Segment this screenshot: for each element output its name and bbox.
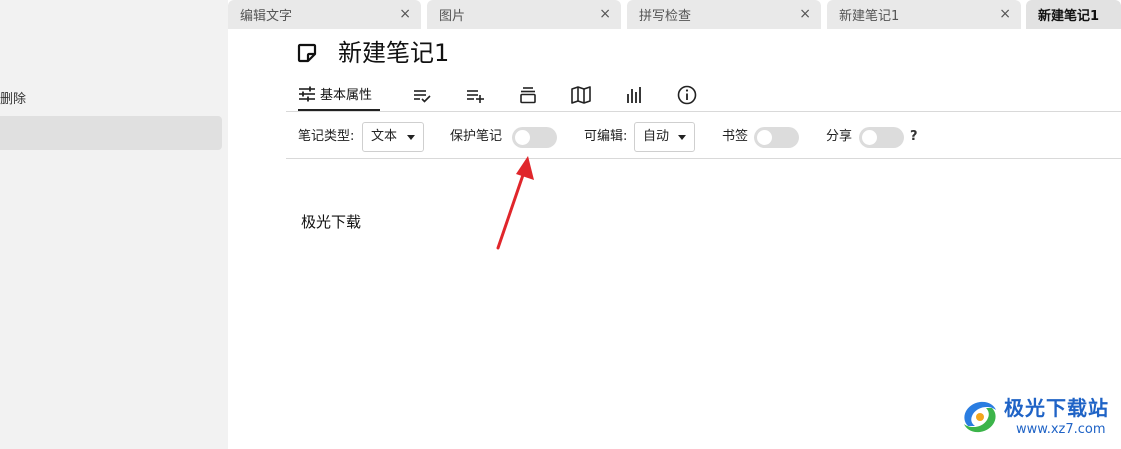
toggle-knob	[757, 130, 772, 145]
info-icon	[677, 85, 697, 104]
protect-note-toggle[interactable]	[512, 127, 557, 148]
annotation-arrow-icon	[496, 156, 534, 250]
bar-chart-icon	[627, 86, 641, 103]
tab-label: 新建笔记1	[839, 9, 900, 24]
note-content[interactable]: 极光下载	[301, 212, 361, 232]
list-add-icon	[467, 89, 484, 103]
note-type-label: 笔记类型:	[298, 129, 355, 144]
sidebar-item-delete[interactable]: 删除	[0, 88, 26, 112]
basic-properties-row: 笔记类型: 文本 保护笔记 可编辑: 自动 书签 分享 ?	[286, 118, 1121, 159]
tab-new-note-active[interactable]: 新建笔记1	[1026, 0, 1121, 29]
tab-spell-check[interactable]: 拼写检查 ×	[627, 0, 821, 29]
tab-label: 新建笔记1	[1038, 9, 1100, 24]
tab-edit-text[interactable]: 编辑文字 ×	[228, 0, 421, 29]
share-label: 分享	[826, 129, 853, 144]
editable-label: 可编辑:	[584, 129, 628, 144]
sidebar-item-selected[interactable]	[0, 116, 222, 150]
watermark-title: 极光下载站	[1004, 396, 1109, 420]
watermark: 极光下载站 www.xz7.com	[958, 394, 1118, 442]
list-check-icon	[414, 89, 431, 103]
tab-bar: 编辑文字 × 图片 × 拼写检查 × 新建笔记1 × 新建笔记1	[228, 0, 1121, 30]
bookmark-label: 书签	[722, 129, 749, 144]
editable-select[interactable]: 自动	[634, 122, 695, 152]
tab-new-note[interactable]: 新建笔记1 ×	[827, 0, 1021, 29]
toggle-knob	[862, 130, 877, 145]
layers-icon	[520, 86, 536, 103]
map-icon	[571, 85, 591, 104]
tab-close-icon[interactable]: ×	[399, 5, 411, 23]
tab-close-icon[interactable]: ×	[799, 5, 811, 23]
toggle-knob	[515, 130, 530, 145]
note-type-select[interactable]: 文本	[362, 122, 424, 152]
watermark-logo-icon	[964, 401, 996, 433]
tab-close-icon[interactable]: ×	[999, 5, 1011, 23]
tab-note-info[interactable]	[626, 78, 642, 111]
tab-label: 拼写检查	[639, 9, 692, 24]
tab-info[interactable]	[677, 78, 697, 111]
watermark-url: www.xz7.com	[1016, 422, 1106, 437]
tab-basic-properties-label: 基本属性	[320, 88, 373, 103]
sliders-icon	[299, 86, 315, 101]
protect-note-label: 保护笔记	[450, 129, 503, 144]
note-title[interactable]: 新建笔记1	[338, 36, 449, 70]
note-edit-icon	[297, 43, 317, 63]
chevron-down-icon	[407, 135, 415, 140]
tab-image[interactable]: 图片 ×	[427, 0, 621, 29]
share-toggle[interactable]	[859, 127, 904, 148]
tab-inherited-attributes[interactable]	[519, 78, 537, 111]
sidebar-item-delete-label: 删除	[0, 92, 27, 107]
share-help-icon[interactable]: ?	[910, 128, 918, 146]
note-type-value: 文本	[371, 129, 398, 144]
property-tabs: 基本属性	[286, 78, 1121, 112]
tab-basic-properties[interactable]: 基本属性	[298, 78, 380, 111]
tab-label: 编辑文字	[240, 9, 293, 24]
tab-promoted-attributes[interactable]	[413, 78, 431, 111]
bookmark-toggle[interactable]	[754, 127, 799, 148]
chevron-down-icon	[678, 135, 686, 140]
tab-note-map[interactable]	[571, 78, 591, 111]
tab-label: 图片	[439, 9, 466, 24]
tab-owned-attributes[interactable]	[466, 78, 484, 111]
editable-value: 自动	[643, 129, 670, 144]
tab-close-icon[interactable]: ×	[599, 5, 611, 23]
sidebar: 删除	[0, 0, 228, 449]
